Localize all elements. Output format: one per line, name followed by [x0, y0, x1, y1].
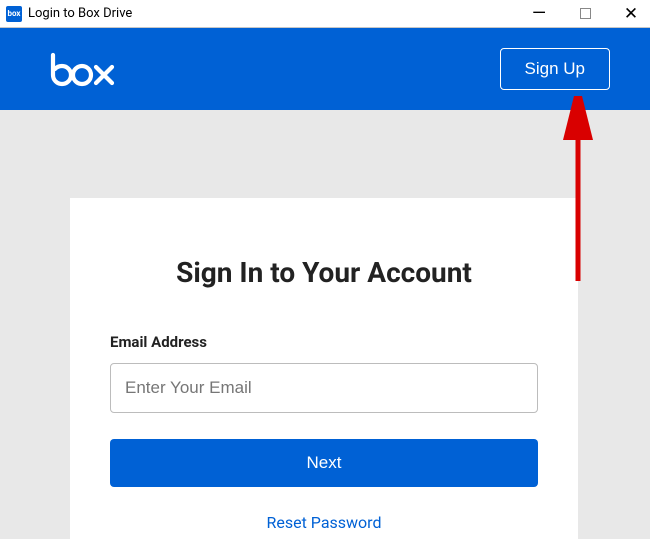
maximize-button[interactable] [570, 2, 600, 26]
window-title: Login to Box Drive [28, 6, 132, 21]
titlebar-left: box Login to Box Drive [6, 6, 132, 22]
signup-button[interactable]: Sign Up [500, 48, 610, 90]
close-button[interactable]: ✕ [616, 2, 646, 26]
signin-heading: Sign In to Your Account [110, 256, 538, 289]
titlebar-controls: — ✕ [524, 2, 646, 26]
content-area: Sign In to Your Account Email Address Ne… [0, 110, 650, 539]
top-header: Sign Up [0, 28, 650, 110]
email-field[interactable] [110, 363, 538, 413]
window-titlebar: box Login to Box Drive — ✕ [0, 0, 650, 28]
box-logo [50, 51, 118, 87]
email-label: Email Address [110, 333, 538, 351]
minimize-button[interactable]: — [524, 2, 554, 26]
login-card: Sign In to Your Account Email Address Ne… [70, 198, 578, 539]
app-icon: box [6, 6, 22, 22]
reset-password-link[interactable]: Reset Password [110, 513, 538, 532]
next-button[interactable]: Next [110, 439, 538, 487]
